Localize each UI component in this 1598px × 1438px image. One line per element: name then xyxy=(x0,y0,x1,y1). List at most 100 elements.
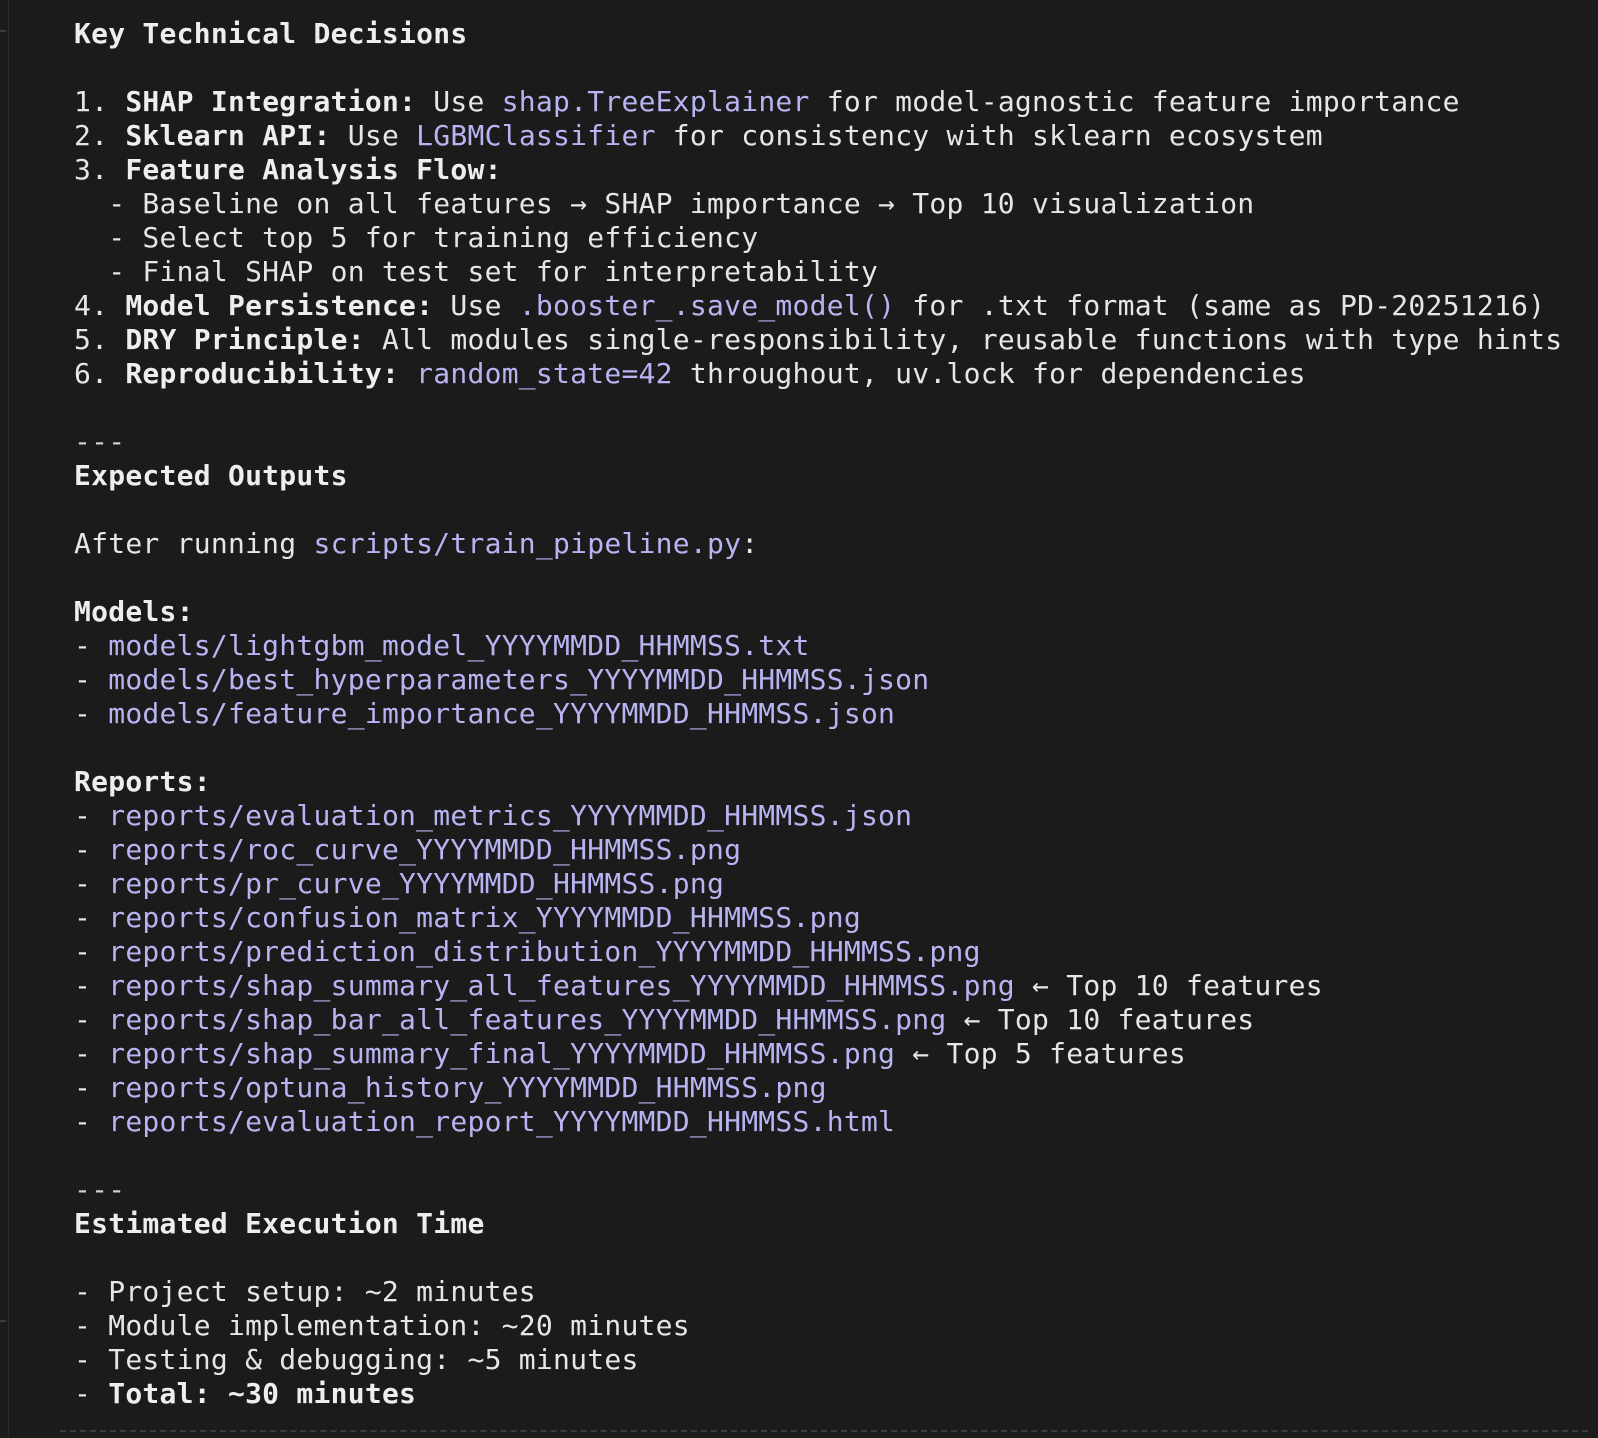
section-heading-outputs: Expected Outputs xyxy=(74,459,348,492)
model-file-item: - models/feature_importance_YYYYMMDD_HHM… xyxy=(74,697,1588,731)
intro-text: After running xyxy=(74,527,314,560)
bullet: - xyxy=(74,663,109,696)
section-heading-decisions: Key Technical Decisions xyxy=(74,17,468,50)
item-label: SHAP Integration: xyxy=(125,85,417,118)
report-file-item: - reports/evaluation_metrics_YYYYMMDD_HH… xyxy=(74,799,1588,833)
file-note: ← Top 5 features xyxy=(895,1037,1186,1070)
file-path: reports/shap_summary_final_YYYYMMDD_HHMM… xyxy=(108,1037,896,1070)
inline-code: scripts/train_pipeline.py xyxy=(313,527,742,560)
file-path: reports/prediction_distribution_YYYYMMDD… xyxy=(108,935,981,968)
item-text: All modules single-responsibility, reusa… xyxy=(364,323,1563,356)
reports-heading: Reports: xyxy=(74,765,211,798)
models-heading: Models: xyxy=(74,595,194,628)
report-file-item: - reports/optuna_history_YYYYMMDD_HHMMSS… xyxy=(74,1071,1588,1105)
inline-code: random_state=42 xyxy=(416,357,673,390)
item-text: Use xyxy=(433,289,519,322)
item-text xyxy=(399,357,416,390)
file-path: reports/evaluation_report_YYYYMMDD_HHMMS… xyxy=(108,1105,896,1138)
report-file-item: - reports/shap_summary_final_YYYYMMDD_HH… xyxy=(74,1037,1588,1071)
total-label: Total: ~30 minutes xyxy=(108,1377,417,1410)
separator: --- xyxy=(74,1173,126,1206)
item-number: 1. xyxy=(74,85,126,118)
gutter-mark xyxy=(0,30,6,32)
file-note: ← Top 10 features xyxy=(946,1003,1255,1036)
section-heading-timing: Estimated Execution Time xyxy=(74,1207,485,1240)
file-path: reports/roc_curve_YYYYMMDD_HHMMSS.png xyxy=(108,833,742,866)
inline-code: .booster_.save_model() xyxy=(518,289,896,322)
bullet: - xyxy=(74,1105,109,1138)
model-file-item: - models/lightgbm_model_YYYYMMDD_HHMMSS.… xyxy=(74,629,1588,663)
decision-item: 4. Model Persistence: Use .booster_.save… xyxy=(74,289,1588,323)
timing-total: - Total: ~30 minutes xyxy=(74,1377,1588,1411)
flow-step: - Baseline on all features → SHAP import… xyxy=(74,187,1255,220)
decision-item: 6. Reproducibility: random_state=42 thro… xyxy=(74,357,1588,391)
item-label: Sklearn API: xyxy=(125,119,331,152)
terminal-output: Key Technical Decisions 1. SHAP Integrat… xyxy=(0,0,1598,1438)
report-file-item: - reports/roc_curve_YYYYMMDD_HHMMSS.png xyxy=(74,833,1588,867)
plan-text: Key Technical Decisions 1. SHAP Integrat… xyxy=(74,17,1588,1411)
report-file-item: - reports/shap_bar_all_features_YYYYMMDD… xyxy=(74,1003,1588,1037)
bullet: - xyxy=(74,935,109,968)
decision-item: 3. Feature Analysis Flow: xyxy=(74,153,1588,187)
bullet: - xyxy=(74,629,109,662)
item-label: Model Persistence: xyxy=(125,289,434,322)
file-path: reports/shap_bar_all_features_YYYYMMDD_H… xyxy=(108,1003,947,1036)
item-text: Use xyxy=(416,85,502,118)
report-file-item: - reports/confusion_matrix_YYYYMMDD_HHMM… xyxy=(74,901,1588,935)
bullet: - xyxy=(74,969,109,1002)
item-number: 6. xyxy=(74,357,126,390)
bullet: - xyxy=(74,1037,109,1070)
item-label: DRY Principle: xyxy=(125,323,365,356)
item-label: Reproducibility: xyxy=(125,357,400,390)
bullet: - xyxy=(74,867,109,900)
decision-item: 5. DRY Principle: All modules single-res… xyxy=(74,323,1588,357)
bullet: - xyxy=(74,799,109,832)
item-number: 2. xyxy=(74,119,126,152)
flow-step: - Final SHAP on test set for interpretab… xyxy=(74,255,879,288)
left-gutter-rule xyxy=(8,0,9,1438)
file-path: models/lightgbm_model_YYYYMMDD_HHMMSS.tx… xyxy=(108,629,810,662)
bullet: - xyxy=(74,833,109,866)
intro-text: : xyxy=(741,527,759,560)
item-text: throughout, uv.lock for dependencies xyxy=(672,357,1306,390)
bullet: - xyxy=(74,901,109,934)
file-path: reports/shap_summary_all_features_YYYYMM… xyxy=(108,969,1015,1002)
model-file-item: - models/best_hyperparameters_YYYYMMDD_H… xyxy=(74,663,1588,697)
item-number: 5. xyxy=(74,323,126,356)
flow-step: - Select top 5 for training efficiency xyxy=(74,221,759,254)
separator: --- xyxy=(74,425,126,458)
report-file-item: - reports/evaluation_report_YYYYMMDD_HHM… xyxy=(74,1105,1588,1139)
item-number: 4. xyxy=(74,289,126,322)
item-text: for .txt format (same as PD-20251216) xyxy=(895,289,1546,322)
decision-item: 2. Sklearn API: Use LGBMClassifier for c… xyxy=(74,119,1588,153)
timing-item: - Project setup: ~2 minutes xyxy=(74,1275,536,1308)
file-path: reports/pr_curve_YYYYMMDD_HHMMSS.png xyxy=(108,867,725,900)
timing-item: - Module implementation: ~20 minutes xyxy=(74,1309,690,1342)
bullet: - xyxy=(74,1377,109,1410)
file-path: reports/optuna_history_YYYYMMDD_HHMMSS.p… xyxy=(108,1071,827,1104)
bottom-dashed-divider xyxy=(60,1430,1588,1432)
outputs-intro: After running scripts/train_pipeline.py: xyxy=(74,527,1588,561)
timing-item: - Testing & debugging: ~5 minutes xyxy=(74,1343,639,1376)
file-note: ← Top 10 features xyxy=(1014,969,1323,1002)
item-text: for model-agnostic feature importance xyxy=(809,85,1460,118)
file-path: reports/confusion_matrix_YYYYMMDD_HHMMSS… xyxy=(108,901,861,934)
inline-code: shap.TreeExplainer xyxy=(501,85,810,118)
item-number: 3. xyxy=(74,153,126,186)
file-path: reports/evaluation_metrics_YYYYMMDD_HHMM… xyxy=(108,799,913,832)
item-label: Feature Analysis Flow: xyxy=(125,153,502,186)
file-path: models/feature_importance_YYYYMMDD_HHMMS… xyxy=(108,697,896,730)
report-file-item: - reports/prediction_distribution_YYYYMM… xyxy=(74,935,1588,969)
gutter-mark xyxy=(0,1320,6,1322)
item-text: Use xyxy=(330,119,417,152)
inline-code: LGBMClassifier xyxy=(416,119,656,152)
report-file-item: - reports/pr_curve_YYYYMMDD_HHMMSS.png xyxy=(74,867,1588,901)
file-path: models/best_hyperparameters_YYYYMMDD_HHM… xyxy=(108,663,930,696)
decision-item: 1. SHAP Integration: Use shap.TreeExplai… xyxy=(74,85,1588,119)
